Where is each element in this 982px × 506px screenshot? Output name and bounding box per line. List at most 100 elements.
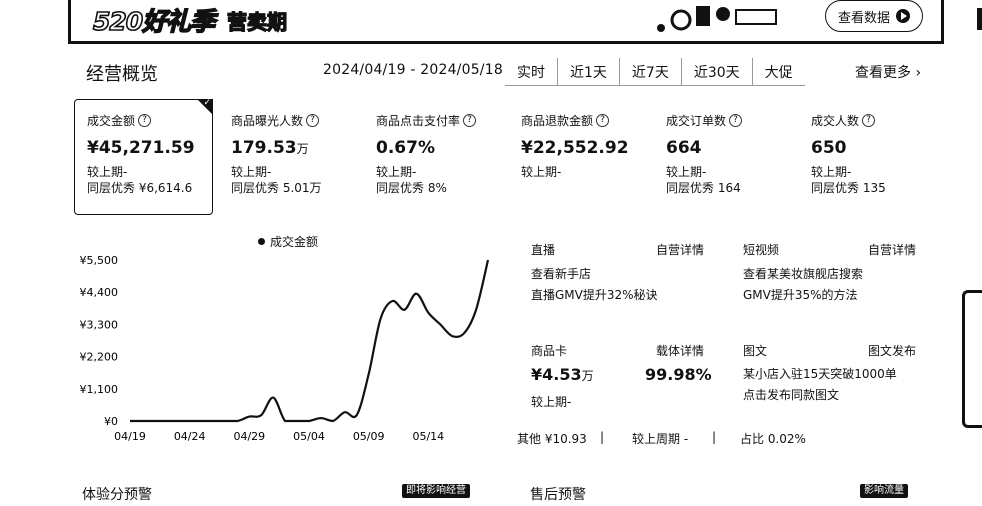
view-data-label: 查看数据 <box>837 10 890 26</box>
divider: | <box>712 430 717 444</box>
metric-unit: 万 <box>296 142 309 156</box>
metric-compare: 较上期- <box>666 165 707 179</box>
tab-7-days[interactable]: 近7天 <box>618 58 681 86</box>
view-more-label: 查看更多 <box>855 65 911 81</box>
series-line-gmv[interactable] <box>130 259 490 423</box>
x-tick-label: 04/24 <box>174 430 206 443</box>
section-title: 经营概览 <box>86 64 158 85</box>
y-tick-label: ¥2,200 <box>80 351 119 364</box>
tab-promotion[interactable]: 大促 <box>751 58 805 86</box>
help-icon[interactable]: ? <box>463 114 477 127</box>
metric-label: 成交人数 <box>811 114 860 128</box>
tab-30-days[interactable]: 近30天 <box>680 58 752 86</box>
view-data-button[interactable]: 查看数据 <box>825 0 923 32</box>
metric-compare: 较上期- <box>811 165 852 179</box>
period-tabs: 实时 近1天 近7天 近30天 大促 <box>505 58 805 86</box>
metric-refund[interactable]: 商品退款金额? ¥22,552.92 较上期- <box>521 112 661 180</box>
date-range[interactable]: 2024/04/19 - 2024/05/18 <box>323 62 503 78</box>
metric-value: 0.67% <box>376 138 435 158</box>
metric-orders[interactable]: 成交订单数? 664 较上期- 同层优秀 164 <box>666 112 806 196</box>
graphic-publish-link[interactable]: 图文发布 <box>868 342 916 359</box>
metric-compare: 较上期- <box>231 165 272 179</box>
live-tip-link[interactable]: 查看新手店 <box>531 265 591 282</box>
video-tip-text[interactable]: GMV提升35%的方法 <box>743 286 858 303</box>
metric-label: 成交金额 <box>87 114 136 128</box>
banner-decoration <box>657 6 777 32</box>
metric-peer: 同层优秀 135 <box>811 181 886 195</box>
metric-exposure[interactable]: 商品曝光人数? 179.53万 较上期- 同层优秀 5.01万 <box>231 112 371 196</box>
metric-value: 179.53万 <box>231 138 371 158</box>
metric-compare: 较上期- <box>521 165 562 179</box>
side-panel-card[interactable] <box>962 290 982 428</box>
chevron-right-icon: › <box>915 65 922 81</box>
y-tick-label: ¥1,100 <box>80 383 119 396</box>
metric-click-pay-rate[interactable]: 商品点击支付率? 0.67% 较上期- 同层优秀 8% <box>376 112 516 196</box>
x-tick-label: 05/14 <box>412 430 444 443</box>
metric-peer: 同层优秀 8% <box>376 181 447 195</box>
card-title: 商品卡 <box>531 344 568 358</box>
metric-label: 成交订单数 <box>666 114 727 128</box>
gmv-line-chart[interactable]: ¥0 ¥1,100 ¥2,200 ¥3,300 ¥4,400 ¥5,500 04/19 04/… <box>78 248 498 443</box>
graphic-publish-tip[interactable]: 点击发布同款图文 <box>743 386 839 403</box>
banner-logo-suffix: 营卖期 <box>226 9 287 34</box>
metric-value: ¥45,271.59 <box>87 138 195 158</box>
live-title: 直播 <box>531 243 556 257</box>
help-icon[interactable]: ? <box>729 114 743 127</box>
video-tip-link[interactable]: 查看某美妆旗舰店搜索 <box>743 265 863 282</box>
divider: | <box>600 430 605 444</box>
help-icon[interactable]: ? <box>596 114 610 127</box>
y-tick-label: ¥5,500 <box>80 254 119 267</box>
y-tick-label: ¥4,400 <box>80 286 119 299</box>
card-detail-link[interactable]: 载体详情 <box>656 342 704 359</box>
metric-label: 商品曝光人数 <box>231 114 304 128</box>
help-icon[interactable]: ? <box>138 114 152 127</box>
video-detail-link[interactable]: 自营详情 <box>868 241 916 258</box>
aftersale-warning-badge[interactable]: 影响流量 <box>860 484 908 498</box>
x-tick-label: 05/04 <box>293 430 325 443</box>
metric-peer: 同层优秀 164 <box>666 181 741 195</box>
other-ratio: 占比 0.02% <box>740 432 806 446</box>
video-title: 短视频 <box>743 243 780 257</box>
metric-compare: 较上期- <box>376 165 417 179</box>
graphic-tip-text[interactable]: 某小店入驻15天突破1000单 <box>743 365 897 382</box>
arrow-right-circle-icon <box>896 9 910 23</box>
metric-gmv[interactable]: ✓ 成交金额? ¥45,271.59 较上期- 同层优秀 ¥6,614.6 <box>74 98 213 215</box>
x-tick-label: 04/29 <box>233 430 265 443</box>
view-more-link[interactable]: 查看更多 › <box>855 62 921 82</box>
metric-peer: 同层优秀 ¥6,614.6 <box>87 181 193 195</box>
banner-logo: 520好礼季 <box>92 6 216 37</box>
metric-value: 664 <box>666 138 702 158</box>
other-compare: 较上周期 - <box>632 432 689 446</box>
x-tick-label: 05/09 <box>353 430 385 443</box>
metric-buyers[interactable]: 成交人数? 650 较上期- 同层优秀 135 <box>811 112 951 196</box>
aftersale-warning-title: 售后预警 <box>530 487 586 503</box>
y-tick-label: ¥3,300 <box>80 318 119 331</box>
other-amount: 其他 ¥10.93 <box>517 432 587 446</box>
card-value: ¥4.53万 <box>531 365 594 384</box>
metric-label: 商品退款金额 <box>521 114 594 128</box>
legend-dot-icon <box>258 238 265 245</box>
graphic-title: 图文 <box>743 344 768 358</box>
x-tick-label: 04/19 <box>114 430 146 443</box>
experience-warning-badge[interactable]: 即将影响经营 <box>402 484 470 498</box>
metric-value: ¥22,552.92 <box>521 138 629 158</box>
metric-peer: 同层优秀 5.01万 <box>231 181 322 195</box>
side-panel-edge <box>977 8 982 30</box>
card-percent: 99.98% <box>645 365 712 384</box>
card-compare: 较上期- <box>531 395 572 409</box>
metric-value: 650 <box>811 138 847 158</box>
help-icon[interactable]: ? <box>862 114 876 127</box>
tab-1-day[interactable]: 近1天 <box>557 58 619 86</box>
y-tick-label: ¥0 <box>104 415 118 428</box>
live-tip-text[interactable]: 直播GMV提升32%秘诀 <box>531 286 658 303</box>
metric-compare: 较上期- <box>87 165 128 179</box>
card-value-number: ¥4.53 <box>531 365 582 384</box>
metric-number: 179.53 <box>231 138 297 158</box>
metric-label: 商品点击支付率 <box>376 114 461 128</box>
live-detail-link[interactable]: 自营详情 <box>656 241 704 258</box>
tab-realtime[interactable]: 实时 <box>505 58 557 86</box>
promo-banner[interactable]: 520好礼季 营卖期 查看数据 <box>68 0 944 44</box>
help-icon[interactable]: ? <box>306 114 320 127</box>
card-value-unit: 万 <box>581 369 594 383</box>
experience-warning-title: 体验分预警 <box>82 487 152 503</box>
